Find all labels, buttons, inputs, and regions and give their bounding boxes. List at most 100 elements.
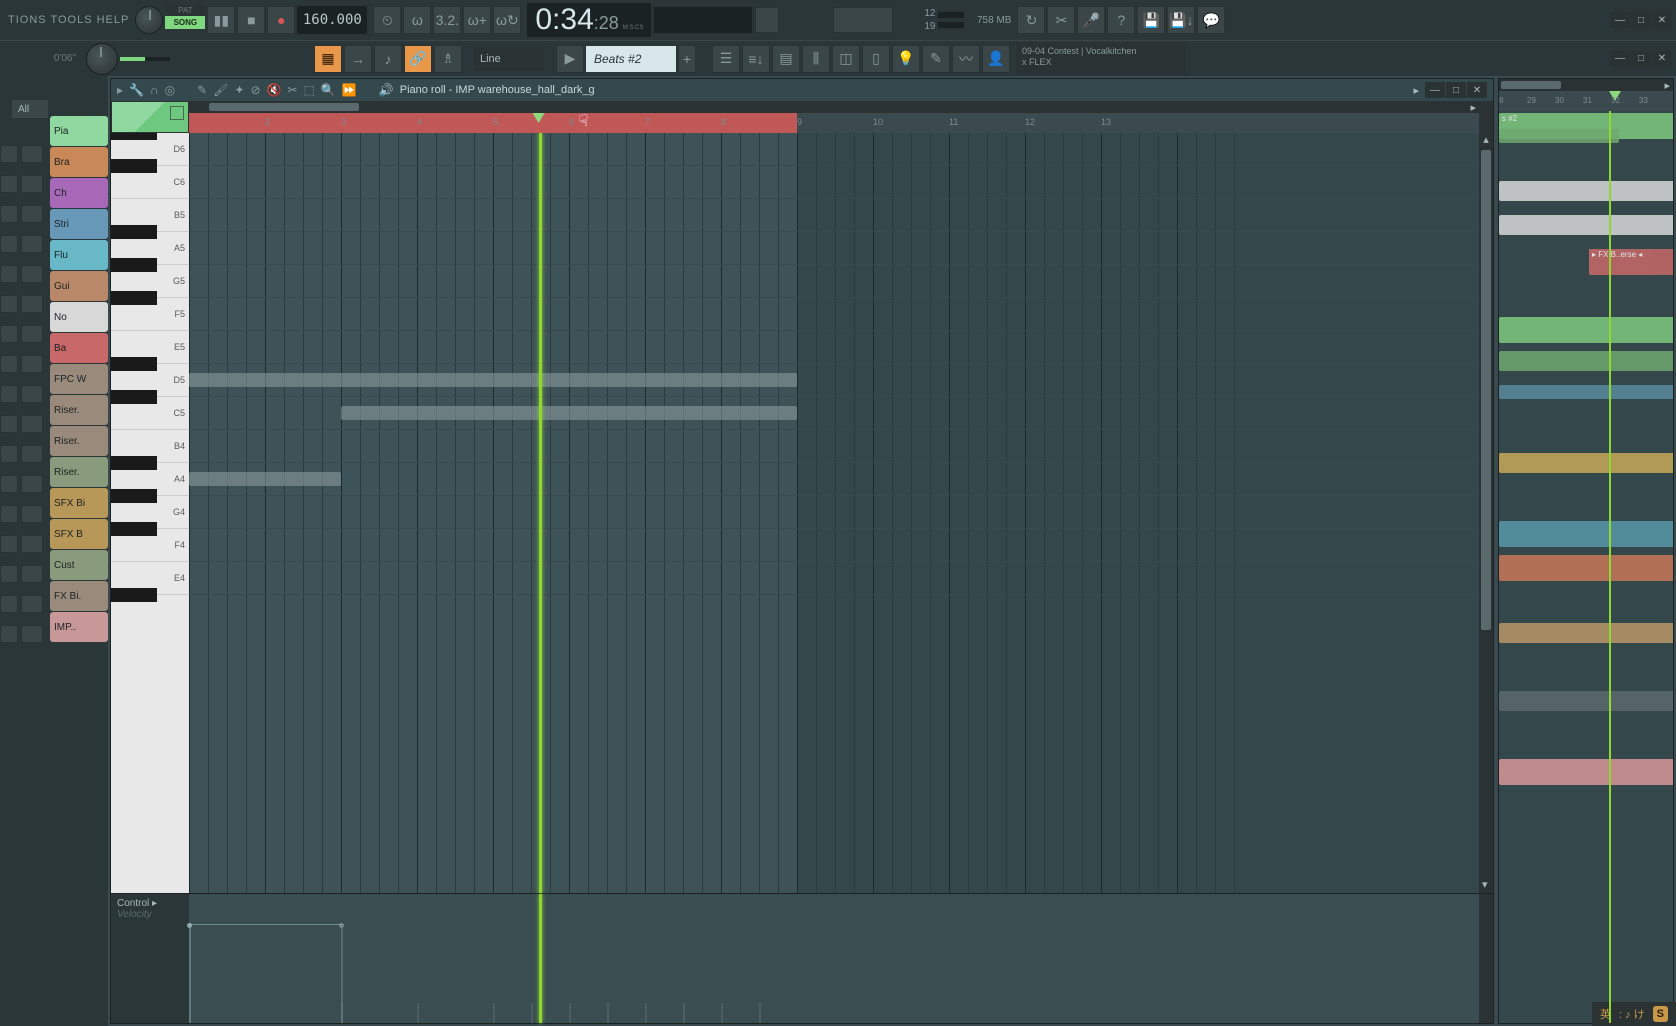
velocity-area[interactable] [189,894,1479,1023]
channel-led[interactable] [0,235,18,253]
main-volume-knob[interactable] [135,6,163,34]
pl-close-button[interactable]: ✕ [1652,51,1672,67]
pattern-selector[interactable]: Beats #2 [586,46,676,72]
channel-opt[interactable] [21,295,43,313]
pl-scroll-right-icon[interactable]: ▸ [1661,79,1673,92]
link-icon[interactable]: 🔗 [404,45,432,73]
control-chevron-icon[interactable]: ▸ [152,898,157,909]
tool-light-icon[interactable]: 💡 [892,45,920,73]
pr-snap-icon[interactable]: ∩ [150,83,159,97]
pr-tool-icon[interactable]: 🔧 [129,83,144,97]
channel-button[interactable]: Stri [50,209,108,239]
channel-opt[interactable] [21,265,43,283]
channel-button[interactable]: Pia [50,116,108,146]
pr-min-button[interactable]: — [1425,82,1445,98]
playlist-clip[interactable] [1499,691,1673,711]
pr-spray-icon[interactable]: ✦ [234,83,244,97]
channel-led[interactable] [0,415,18,433]
note[interactable] [341,406,797,420]
pl-max-button[interactable]: □ [1631,51,1651,67]
playlist-tracks[interactable]: s #2▸ FX B..erse ◂ [1499,111,1673,1023]
channel-button[interactable]: Ba [50,333,108,363]
pr-slice-icon[interactable]: ✂ [287,83,297,97]
channel-opt[interactable] [21,235,43,253]
link-note-icon[interactable]: ♪ [374,45,402,73]
channel-led[interactable] [0,295,18,313]
channel-led[interactable] [0,595,18,613]
comment-icon[interactable]: 💬 [1197,6,1225,34]
save-icon[interactable]: 💾 [1137,6,1165,34]
stop-button[interactable]: ■ [237,6,265,34]
channel-button[interactable]: Ch [50,178,108,208]
channel-led[interactable] [0,505,18,523]
render-icon[interactable]: 💾↓ [1167,6,1195,34]
playlist-clip[interactable] [1499,351,1673,371]
channel-button[interactable]: IMP.. [50,612,108,642]
pr-erase-icon[interactable]: ⊘ [250,83,260,97]
channel-button[interactable]: Flu [50,240,108,270]
note[interactable] [189,472,341,486]
channel-led[interactable] [0,625,18,643]
playlist-clip[interactable] [1499,453,1673,473]
pr-chevron-icon[interactable]: ▸ [1413,84,1419,97]
channel-opt[interactable] [21,415,43,433]
snap-selector[interactable]: Line [474,47,544,71]
channel-led[interactable] [0,265,18,283]
cut-icon[interactable]: ✂ [1047,6,1075,34]
step-mode-icon[interactable]: → [344,45,372,73]
pr-speaker-icon[interactable]: 🔊 [379,83,394,97]
channel-button[interactable]: SFX B [50,519,108,549]
play-pattern-icon[interactable]: ▶ [556,45,584,73]
pitch-knob[interactable] [86,43,118,75]
hslider[interactable] [120,57,170,61]
playlist-ruler[interactable]: 82930313233 [1499,91,1673,111]
ime-icons[interactable]: : ♪ け [1619,1006,1645,1022]
channel-button[interactable]: Riser. [50,457,108,487]
pl-hscrollbar[interactable]: ▸ [1499,79,1673,91]
channel-led[interactable] [0,145,18,163]
channel-opt[interactable] [21,325,43,343]
channel-opt[interactable] [21,595,43,613]
channel-opt[interactable] [21,445,43,463]
channel-led[interactable] [0,535,18,553]
playlist-clip[interactable] [1499,385,1673,399]
channel-led[interactable] [0,325,18,343]
pr-max-button[interactable]: □ [1446,82,1466,98]
view-browser-icon[interactable]: ◫ [832,45,860,73]
piano-roll-titlebar[interactable]: ▸ 🔧 ∩ ◎ ✎ 🖌 ✦ ⊘ 🔇 ✂ ⬚ 🔍 ⏩ 🔊 Piano roll -… [111,79,1493,101]
channel-led[interactable] [0,445,18,463]
channel-opt[interactable] [21,565,43,583]
pl-min-button[interactable]: — [1610,51,1630,67]
pr-menu-icon[interactable]: ▸ [117,83,123,97]
control-label[interactable]: Control [117,898,149,909]
pr-mute-icon[interactable]: 🔇 [267,83,282,97]
pr-timeline-ruler[interactable]: ☟ 2345678910111213 [189,113,1479,133]
channel-opt[interactable] [21,205,43,223]
add-pattern-icon[interactable]: + [678,45,696,73]
view-playlist-icon[interactable]: ☰ [712,45,740,73]
record-button[interactable]: ● [267,6,295,34]
channel-opt[interactable] [21,625,43,643]
channel-button[interactable]: Gui [50,271,108,301]
time-display[interactable]: 0:34 :28 M:S:CS [527,3,651,37]
view-channelrack-icon[interactable]: ▤ [772,45,800,73]
channel-led[interactable] [0,475,18,493]
tool-user-icon[interactable]: 👤 [982,45,1010,73]
channel-led[interactable] [0,385,18,403]
close-button[interactable]: ✕ [1652,12,1672,28]
channel-button[interactable]: Bra [50,147,108,177]
pr-paint-icon[interactable]: 🖌 [213,83,228,97]
channel-button[interactable]: Riser. [50,426,108,456]
channel-led[interactable] [0,355,18,373]
view-mixer-icon[interactable]: ⫼ [802,45,830,73]
ime-bar[interactable]: 英 : ♪ け S [1592,1002,1676,1026]
tool-brush-icon[interactable]: ✎ [922,45,950,73]
scroll-right-icon[interactable]: ▸ [1467,101,1479,114]
tempo-display[interactable]: 160.000 [297,6,367,34]
channel-led[interactable] [0,565,18,583]
playlist-clip[interactable] [1499,129,1619,143]
playlist-clip[interactable] [1499,215,1673,235]
maximize-button[interactable]: □ [1631,12,1651,28]
main-menu[interactable]: TIONS TOOLS HELP [4,14,133,26]
wait-input-icon[interactable]: ω [403,6,431,34]
